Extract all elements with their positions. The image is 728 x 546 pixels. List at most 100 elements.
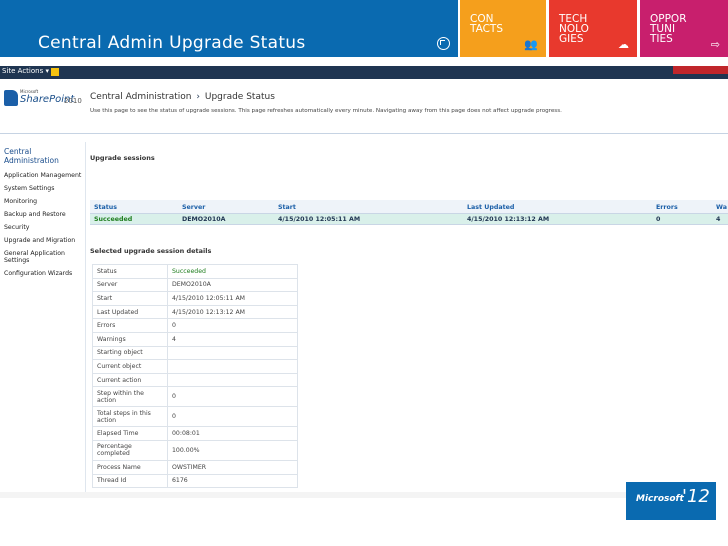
slide-root: Central Admin Upgrade Status CON TACTS 👥… bbox=[0, 0, 728, 546]
col-last-updated[interactable]: Last Updated bbox=[467, 204, 514, 211]
breadcrumb: Central Administration › Upgrade Status bbox=[90, 92, 275, 102]
breadcrumb-current: Upgrade Status bbox=[204, 92, 275, 102]
microsoft-logo-text: Microsoft bbox=[636, 494, 684, 504]
table-row: Current object bbox=[92, 359, 542, 374]
sharepoint-logo-icon bbox=[4, 90, 18, 106]
col-status[interactable]: Status bbox=[94, 204, 117, 211]
col-start[interactable]: Start bbox=[278, 204, 296, 211]
nav-list: Application Management System Settings M… bbox=[4, 169, 84, 280]
breadcrumb-root[interactable]: Central Administration bbox=[90, 92, 192, 102]
nav-item-monitoring[interactable]: Monitoring bbox=[4, 195, 84, 208]
table-row: Percentage completed 100.00% bbox=[92, 439, 542, 461]
slide-title: Central Admin Upgrade Status bbox=[38, 33, 306, 53]
nav-item-application-management[interactable]: Application Management bbox=[4, 169, 84, 182]
table-row: Elapsed Time 00:08:01 bbox=[92, 426, 542, 441]
detail-label: Percentage completed bbox=[92, 439, 168, 461]
nav-item-general-settings[interactable]: General Application Settings bbox=[4, 247, 84, 267]
sharepoint-logo: Microsoft SharePoint 2010 bbox=[4, 88, 86, 112]
cell-errors: 0 bbox=[656, 216, 661, 223]
col-server[interactable]: Server bbox=[182, 204, 205, 211]
site-actions-menu[interactable]: Site Actions ▾ bbox=[2, 67, 49, 75]
version-number: '12 bbox=[682, 486, 710, 507]
detail-value bbox=[167, 372, 298, 388]
table-row: Current action bbox=[92, 372, 542, 388]
detail-label: Start bbox=[92, 291, 168, 306]
tile-contacts[interactable]: CON TACTS 👥 bbox=[460, 0, 546, 57]
detail-value: Succeeded bbox=[167, 264, 298, 279]
table-row: Warnings 4 bbox=[92, 331, 542, 347]
slide-header: Central Admin Upgrade Status CON TACTS 👥… bbox=[0, 0, 728, 60]
table-row: Server DEMO2010A bbox=[92, 277, 542, 293]
detail-value: 0 bbox=[167, 386, 298, 408]
detail-value: 6176 bbox=[167, 473, 298, 489]
microsoft-badge: Microsoft '12 bbox=[626, 482, 716, 520]
nav-item-system-settings[interactable]: System Settings bbox=[4, 182, 84, 195]
detail-value bbox=[167, 359, 298, 374]
sessions-section-title: Upgrade sessions bbox=[90, 154, 155, 162]
detail-label: Step within the action bbox=[92, 386, 168, 408]
nav-item-security[interactable]: Security bbox=[4, 221, 84, 234]
detail-value: DEMO2010A bbox=[167, 277, 298, 293]
main-content: Upgrade sessions Status Server Start Las… bbox=[90, 142, 728, 492]
table-row: Errors 0 bbox=[92, 318, 542, 333]
detail-value: 0 bbox=[167, 406, 298, 428]
detail-value: 0 bbox=[167, 318, 298, 333]
details-table: Status Succeeded Server DEMO2010A Start 4/1… bbox=[92, 264, 542, 489]
tile-opportunities[interactable]: OPPOR TUNI TIES ⇨ bbox=[640, 0, 728, 57]
page-description: Use this page to see the status of upgra… bbox=[90, 108, 562, 114]
feedback-tab[interactable] bbox=[673, 66, 728, 74]
detail-value: OWSTIMER bbox=[167, 459, 298, 475]
detail-label: Current action bbox=[92, 372, 168, 388]
detail-label: Total steps in this action bbox=[92, 406, 168, 428]
breadcrumb-separator-icon: › bbox=[196, 92, 200, 102]
site-actions-bar: Site Actions ▾ bbox=[0, 66, 728, 79]
exit-arrow-icon: ⇨ bbox=[710, 38, 720, 51]
detail-label: Thread Id bbox=[92, 473, 168, 489]
detail-label: Last Updated bbox=[92, 304, 168, 320]
people-icon: 👥 bbox=[524, 38, 538, 51]
table-row: Last Updated 4/15/2010 12:13:12 AM bbox=[92, 304, 542, 320]
detail-label: Status bbox=[92, 264, 168, 279]
detail-label: Starting object bbox=[92, 345, 168, 361]
cell-start: 4/15/2010 12:05:11 AM bbox=[278, 216, 361, 223]
detail-label: Current object bbox=[92, 359, 168, 374]
detail-value: 4/15/2010 12:13:12 AM bbox=[167, 304, 298, 320]
nav-item-backup-restore[interactable]: Backup and Restore bbox=[4, 208, 84, 221]
detail-value: 4 bbox=[167, 331, 298, 347]
table-row: Step within the action 0 bbox=[92, 386, 542, 408]
detail-label: Server bbox=[92, 277, 168, 293]
left-navigation: Central Administration Application Manag… bbox=[0, 142, 86, 492]
tile-contacts-line-2: TACTS bbox=[470, 23, 504, 35]
edit-page-icon[interactable] bbox=[51, 68, 59, 76]
nav-item-configuration-wizards[interactable]: Configuration Wizards bbox=[4, 267, 84, 280]
back-arrow-icon[interactable] bbox=[437, 37, 450, 50]
slide-title-bar: Central Admin Upgrade Status bbox=[0, 0, 458, 57]
footer-strip bbox=[0, 492, 626, 498]
tile-technologies[interactable]: TECH NOLO GIES ☁ bbox=[549, 0, 637, 57]
detail-value: 4/15/2010 12:05:11 AM bbox=[167, 291, 298, 306]
detail-value: 00:08:01 bbox=[167, 426, 298, 441]
detail-label: Elapsed Time bbox=[92, 426, 168, 441]
table-row: Process Name OWSTIMER bbox=[92, 459, 542, 475]
cell-last-updated: 4/15/2010 12:13:12 AM bbox=[467, 216, 550, 223]
sessions-header-row: Status Server Start Last Updated Errors … bbox=[90, 200, 728, 214]
cloud-icon: ☁ bbox=[618, 38, 629, 51]
col-warnings[interactable]: Wa bbox=[716, 204, 727, 211]
table-row[interactable]: Succeeded DEMO2010A 4/15/2010 12:05:11 A… bbox=[90, 214, 728, 225]
table-row: Starting object bbox=[92, 345, 542, 361]
logo-version: 2010 bbox=[64, 97, 82, 105]
col-errors[interactable]: Errors bbox=[656, 204, 678, 211]
details-section-title: Selected upgrade session details bbox=[90, 247, 212, 255]
detail-value: 100.00% bbox=[167, 439, 298, 461]
table-row: Status Succeeded bbox=[92, 264, 542, 279]
nav-home-link[interactable]: Central Administration bbox=[4, 147, 82, 165]
nav-item-upgrade-migration[interactable]: Upgrade and Migration bbox=[4, 234, 84, 247]
cell-warnings: 4 bbox=[716, 216, 721, 223]
detail-label: Warnings bbox=[92, 331, 168, 347]
page-header: Microsoft SharePoint 2010 Central Admini… bbox=[0, 80, 728, 134]
table-row: Thread Id 6176 bbox=[92, 473, 542, 489]
table-row: Start 4/15/2010 12:05:11 AM bbox=[92, 291, 542, 306]
detail-value bbox=[167, 345, 298, 361]
detail-label: Errors bbox=[92, 318, 168, 333]
cell-status: Succeeded bbox=[94, 216, 133, 223]
